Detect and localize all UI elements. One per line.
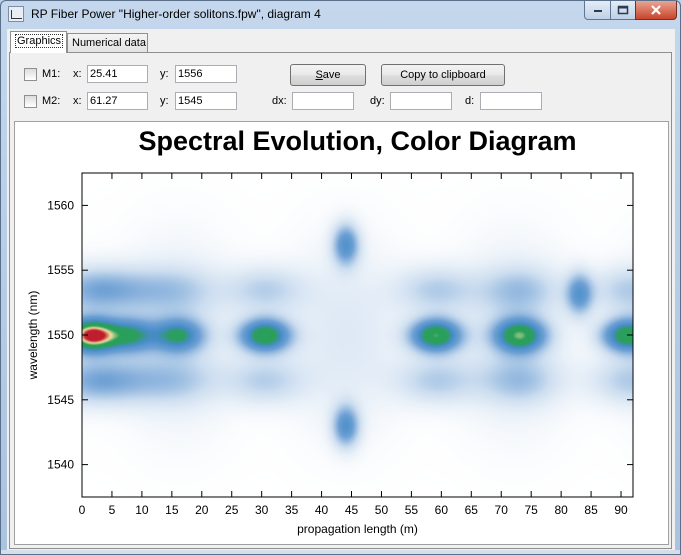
x-tick-label: 15 [165, 503, 179, 517]
x-tick-label: 30 [255, 503, 269, 517]
title-bar[interactable]: RP Fiber Power "Higher-order solitons.fp… [1, 1, 680, 29]
save-mnemonic: S [315, 69, 323, 81]
spectral-evolution-chart[interactable]: Spectral Evolution, Color Diagram 0 5 10 15 2… [15, 122, 668, 544]
d-label: d: [465, 95, 475, 107]
maximize-icon [617, 5, 629, 15]
m2-label: M2: [42, 95, 61, 107]
x-tick-label: 55 [405, 503, 419, 517]
y-tick-label: 1545 [47, 393, 74, 407]
save-button[interactable]: Save [290, 64, 366, 86]
app-window: RP Fiber Power "Higher-order solitons.fp… [0, 0, 681, 555]
dy-field[interactable] [390, 92, 452, 110]
m1-y-field[interactable]: 1556 [175, 65, 237, 83]
x-tick-label: 70 [495, 503, 509, 517]
minimize-icon [593, 10, 602, 12]
x-tick-label: 75 [525, 503, 539, 517]
x-tick-label: 5 [109, 503, 116, 517]
tab-numerical-label: Numerical data [72, 37, 146, 49]
x-tick-label: 60 [435, 503, 449, 517]
d-field[interactable] [480, 92, 542, 110]
x-tick-label: 65 [465, 503, 479, 517]
x-tick-label: 0 [79, 503, 86, 517]
y-tick-label: 1560 [47, 198, 74, 212]
x-axis-label: propagation length (m) [297, 522, 418, 536]
m1-x-label: x: [73, 68, 82, 80]
x-tick-label: 45 [345, 503, 359, 517]
graphics-panel: M1: x: 25.41 y: 1556 Save Copy to clipbo… [9, 52, 672, 549]
window-title: RP Fiber Power "Higher-order solitons.fp… [31, 7, 321, 21]
m2-y-label: y: [160, 95, 169, 107]
chart-area[interactable]: Spectral Evolution, Color Diagram 0 5 10 15 2… [14, 121, 669, 545]
m2-x-label: x: [73, 95, 82, 107]
dx-label: dx: [272, 95, 287, 107]
m2-checkbox[interactable] [24, 95, 37, 108]
m1-x-field[interactable]: 25.41 [87, 65, 148, 83]
tab-graphics[interactable]: Graphics [10, 31, 67, 53]
tab-graphics-label: Graphics [15, 34, 64, 48]
save-label-rest: ave [322, 69, 341, 81]
maximize-button[interactable] [610, 1, 636, 20]
minimize-button[interactable] [584, 1, 611, 20]
m2-x-field[interactable]: 61.27 [87, 92, 148, 110]
y-tick-label: 1540 [47, 458, 74, 472]
x-tick-label: 25 [225, 503, 239, 517]
tab-numerical-data[interactable]: Numerical data [67, 33, 148, 53]
client-area: Graphics Numerical data M1: x: 25.41 y: … [7, 29, 675, 551]
y-tick-label: 1555 [47, 263, 74, 277]
heatmap-image [82, 173, 633, 497]
y-tick-label: 1550 [47, 328, 74, 342]
y-axis-label: wavelength (nm) [26, 291, 40, 381]
x-tick-label: 20 [195, 503, 209, 517]
copy-to-clipboard-button[interactable]: Copy to clipboard [381, 64, 505, 86]
marker-controls: M1: x: 25.41 y: 1556 Save Copy to clipbo… [10, 53, 671, 121]
x-tick-label: 50 [375, 503, 389, 517]
chart-title: Spectral Evolution, Color Diagram [138, 126, 576, 156]
m1-checkbox[interactable] [24, 68, 37, 81]
x-tick-label: 80 [554, 503, 568, 517]
x-tick-label: 85 [584, 503, 598, 517]
x-tick-label: 90 [614, 503, 628, 517]
x-tick-label: 10 [135, 503, 149, 517]
close-button[interactable] [635, 1, 677, 20]
app-chart-icon [8, 6, 24, 22]
dy-label: dy: [370, 95, 385, 107]
close-icon [651, 5, 661, 15]
m1-y-label: y: [160, 68, 169, 80]
x-tick-label: 40 [315, 503, 329, 517]
m1-label: M1: [42, 68, 61, 80]
window-bottom-border [1, 550, 680, 554]
x-tick-label: 35 [285, 503, 299, 517]
m2-y-field[interactable]: 1545 [175, 92, 237, 110]
dx-field[interactable] [292, 92, 354, 110]
